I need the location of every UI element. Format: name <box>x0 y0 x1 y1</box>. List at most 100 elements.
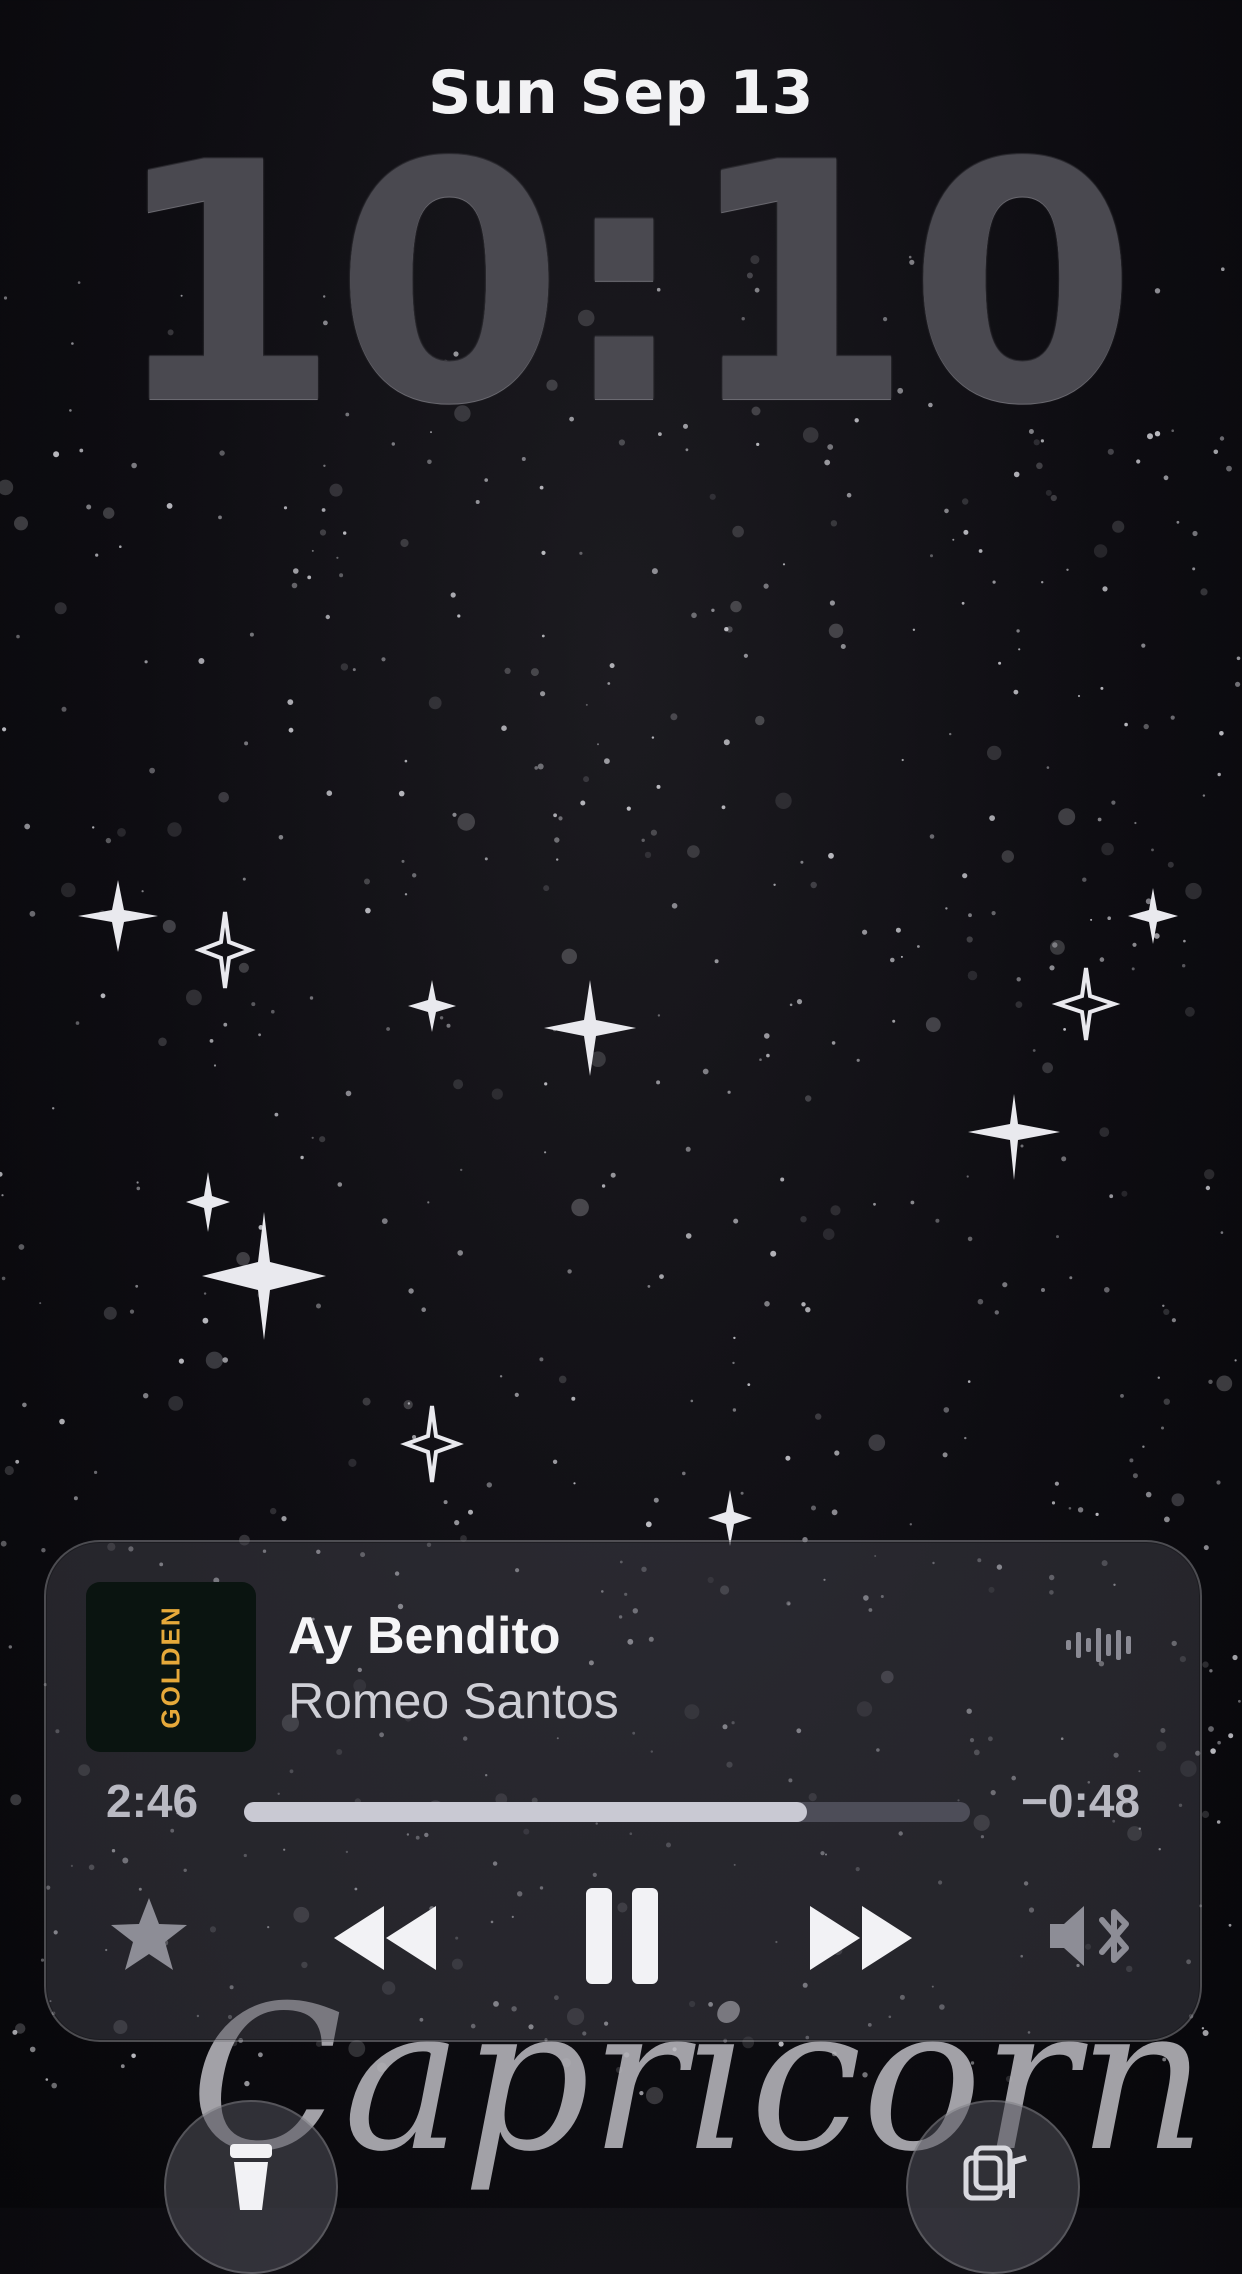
dust-particle <box>1205 1185 1211 1191</box>
dust-particle <box>0 479 14 496</box>
dust-particle <box>743 653 749 658</box>
dust-particle <box>1171 1318 1176 1323</box>
dust-particle <box>484 857 488 861</box>
dust-particle <box>597 743 599 746</box>
dust-particle <box>8 1645 12 1649</box>
dust-particle <box>604 758 610 764</box>
dust-particle <box>329 483 343 497</box>
dust-particle <box>421 1307 427 1312</box>
dust-particle <box>967 1380 971 1383</box>
dust-particle <box>964 1436 967 1440</box>
dust-particle <box>534 766 538 770</box>
dust-particle <box>554 837 560 843</box>
dust-particle <box>1161 1426 1164 1430</box>
dust-particle <box>978 549 983 553</box>
dust-particle <box>439 1016 444 1020</box>
dust-particle <box>1063 1028 1066 1031</box>
flashlight-button[interactable] <box>164 2100 338 2274</box>
dust-particle <box>831 1509 838 1516</box>
progress-scrubber[interactable] <box>244 1802 970 1822</box>
dust-particle <box>691 612 697 619</box>
dust-particle <box>1213 449 1219 455</box>
dust-particle <box>732 525 744 538</box>
dust-particle <box>166 503 173 509</box>
dust-particle <box>583 776 590 783</box>
dust-particle <box>789 1003 793 1007</box>
music-recognition-button[interactable] <box>906 2100 1080 2274</box>
dust-particle <box>966 1175 969 1178</box>
dust-particle <box>86 504 92 510</box>
dust-particle <box>1121 1190 1128 1197</box>
dust-particle <box>1068 1507 1072 1510</box>
dust-particle <box>270 1507 277 1515</box>
dust-particle <box>846 492 852 498</box>
dust-particle <box>1163 1308 1170 1315</box>
album-art[interactable]: GOLDEN <box>86 1582 256 1752</box>
dust-particle <box>1032 1049 1036 1052</box>
dust-particle <box>822 1228 835 1240</box>
dust-particle <box>1045 489 1052 496</box>
dust-particle <box>796 999 803 1005</box>
dust-particle <box>16 634 20 639</box>
star-icon[interactable] <box>108 1894 190 1974</box>
dust-particle <box>143 1393 149 1399</box>
now-playing-widget[interactable]: GOLDEN Ay Bendito Romeo Santos 2:46 −0:4… <box>44 1540 1202 2042</box>
dust-particle <box>553 813 557 818</box>
dust-particle <box>1167 861 1174 868</box>
dust-particle <box>1049 965 1055 971</box>
dust-particle <box>326 790 333 796</box>
rewind-icon[interactable] <box>330 1898 440 1978</box>
dust-particle <box>687 845 700 858</box>
dust-particle <box>475 500 480 504</box>
dust-particle <box>316 1303 321 1309</box>
dust-particle <box>942 1452 948 1458</box>
dust-particle <box>325 614 330 620</box>
dust-particle <box>404 759 408 763</box>
dust-particle <box>1056 1235 1059 1239</box>
dust-particle <box>831 1041 836 1045</box>
dust-particle <box>1151 848 1154 852</box>
dust-particle <box>1208 1726 1214 1732</box>
dust-particle <box>400 538 409 548</box>
dust-particle <box>656 1080 661 1085</box>
dust-particle <box>690 1399 694 1403</box>
dust-particle <box>1129 1458 1134 1463</box>
dust-particle <box>571 1396 576 1401</box>
dust-particle <box>830 1205 841 1216</box>
fast-forward-icon[interactable] <box>806 1898 916 1978</box>
pause-icon[interactable] <box>582 1886 662 1986</box>
dust-particle <box>989 815 995 821</box>
dust-particle <box>644 851 652 859</box>
dust-particle <box>1120 1394 1124 1398</box>
dust-particle <box>1234 1359 1237 1362</box>
music-recognition-icon <box>963 2145 1027 2201</box>
dust-particle <box>892 1019 896 1023</box>
dust-particle <box>311 1136 314 1139</box>
dust-particle <box>460 1168 463 1172</box>
dust-particle <box>491 1088 503 1100</box>
dust-particle <box>484 478 489 482</box>
dust-particle <box>1143 723 1149 730</box>
dust-particle <box>29 910 36 917</box>
dust-particle <box>811 1505 816 1511</box>
dust-particle <box>815 1413 822 1420</box>
dust-particle <box>873 1202 876 1206</box>
dust-particle <box>14 516 28 531</box>
dust-particle <box>626 806 631 811</box>
dust-particle <box>558 816 563 821</box>
dust-particle <box>834 1450 840 1456</box>
speaker-bluetooth-icon[interactable] <box>1046 1896 1138 1976</box>
dust-particle <box>95 553 99 557</box>
dust-particle <box>141 890 144 893</box>
dust-particle <box>1016 629 1020 633</box>
dust-particle <box>309 996 314 1000</box>
dust-particle <box>1216 1820 1221 1824</box>
dust-particle <box>1217 772 1221 777</box>
dust-particle <box>1042 1062 1053 1074</box>
dust-particle <box>1111 800 1116 805</box>
dust-particle <box>1090 918 1093 921</box>
dust-particle <box>1217 1740 1221 1745</box>
dust-particle <box>61 882 76 898</box>
dust-particle <box>149 767 156 774</box>
dust-particle <box>131 2053 136 2059</box>
